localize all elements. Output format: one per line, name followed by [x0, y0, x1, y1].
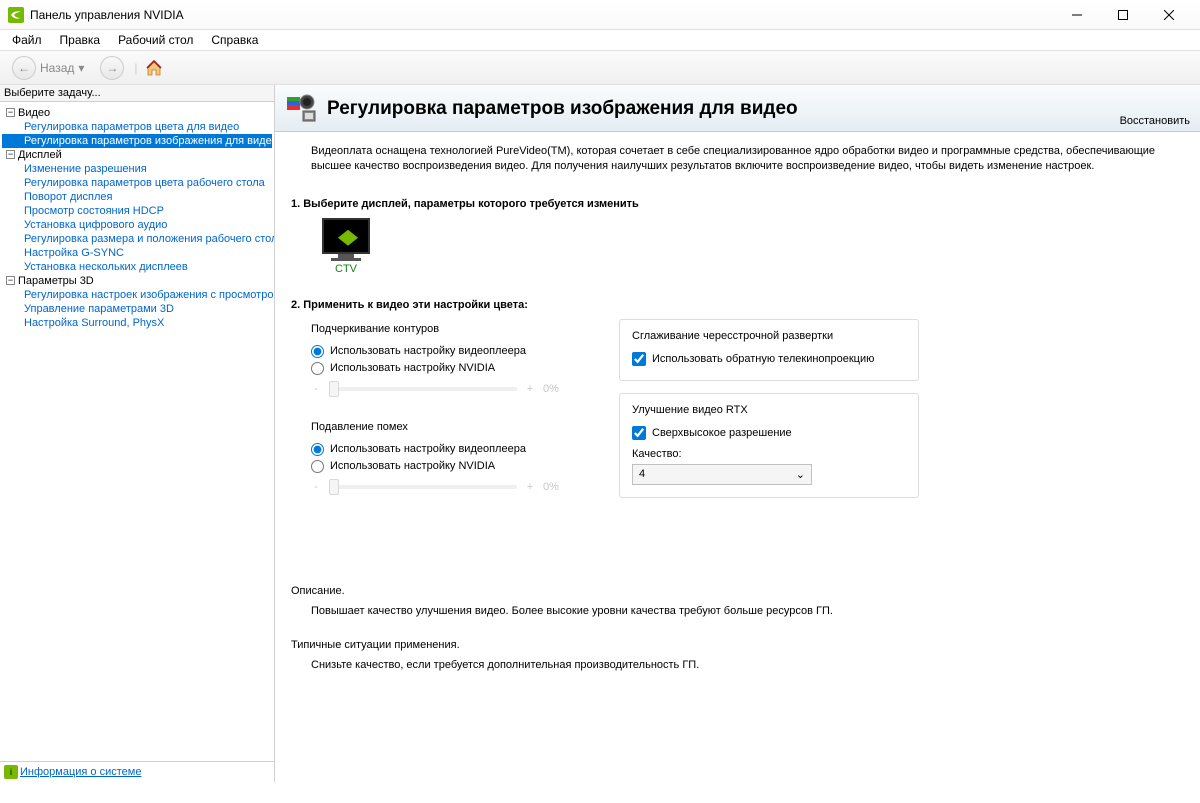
edge-title: Подчеркивание контуров: [311, 323, 571, 335]
edge-radio-nvidia-input[interactable]: [311, 362, 324, 375]
window-controls: [1054, 0, 1192, 30]
rtx-title: Улучшение видео RTX: [632, 404, 906, 416]
deinterlace-title: Сглаживание чересстрочной развертки: [632, 330, 906, 342]
sidebar-item-surround-physx[interactable]: Настройка Surround, PhysX: [2, 316, 272, 330]
usage-heading: Типичные ситуации применения.: [291, 639, 1186, 651]
display-selector[interactable]: CTV: [317, 218, 375, 275]
info-icon: i: [4, 765, 18, 779]
monitor-label: CTV: [317, 263, 375, 275]
toolbar: ← Назад ▾ → |: [0, 50, 1200, 85]
super-resolution-input[interactable]: [632, 426, 646, 440]
collapse-icon[interactable]: −: [6, 150, 15, 159]
edge-radio-player-input[interactable]: [311, 345, 324, 358]
sidebar-item-digital-audio[interactable]: Установка цифрового аудио: [2, 218, 272, 232]
menu-edit[interactable]: Правка: [52, 31, 109, 49]
sidebar-item-desktop-color[interactable]: Регулировка параметров цвета рабочего ст…: [2, 176, 272, 190]
nvidia-icon: [8, 7, 24, 23]
tree-group-video[interactable]: −Видео: [2, 106, 272, 120]
page-header: Регулировка параметров изображения для в…: [275, 85, 1200, 132]
arrow-left-icon: ←: [12, 56, 36, 80]
sidebar-item-hdcp[interactable]: Просмотр состояния HDCP: [2, 204, 272, 218]
sidebar-item-gsync[interactable]: Настройка G-SYNC: [2, 246, 272, 260]
back-button[interactable]: ← Назад ▾: [6, 54, 90, 82]
forward-button[interactable]: →: [94, 54, 130, 82]
menu-file[interactable]: Файл: [4, 31, 50, 49]
home-button[interactable]: [142, 56, 166, 80]
intro-text: Видеоплата оснащена технологией PureVide…: [311, 144, 1186, 174]
edge-slider: - + 0%: [311, 383, 571, 395]
main-panel: Регулировка параметров изображения для в…: [275, 85, 1200, 782]
sidebar: Выберите задачу... −Видео Регулировка па…: [0, 85, 275, 782]
menubar: Файл Правка Рабочий стол Справка: [0, 30, 1200, 50]
back-label: Назад: [40, 61, 74, 75]
system-info-label: Информация о системе: [20, 766, 141, 778]
minimize-button[interactable]: [1054, 0, 1100, 30]
close-button[interactable]: [1146, 0, 1192, 30]
sidebar-item-3d-manage[interactable]: Управление параметрами 3D: [2, 302, 272, 316]
titlebar: Панель управления NVIDIA: [0, 0, 1200, 30]
super-resolution-checkbox[interactable]: Сверхвысокое разрешение: [632, 424, 906, 442]
window-title: Панель управления NVIDIA: [30, 8, 1054, 22]
noise-title: Подавление помех: [311, 421, 571, 433]
quality-label: Качество:: [632, 448, 906, 460]
inverse-telecine-checkbox[interactable]: Использовать обратную телекинопроекцию: [632, 350, 906, 368]
quality-dropdown[interactable]: 4 ⌄: [632, 464, 812, 485]
sidebar-item-multi-display[interactable]: Установка нескольких дисплеев: [2, 260, 272, 274]
inverse-telecine-input[interactable]: [632, 352, 646, 366]
restore-link[interactable]: Восстановить: [1120, 115, 1190, 127]
task-tree: −Видео Регулировка параметров цвета для …: [0, 102, 274, 761]
tree-group-3d[interactable]: −Параметры 3D: [2, 274, 272, 288]
description-heading: Описание.: [291, 585, 1186, 597]
system-info-link[interactable]: iИнформация о системе: [0, 761, 274, 782]
noise-radio-player[interactable]: Использовать настройку видеоплеера: [311, 441, 571, 458]
rtx-group: Улучшение видео RTX Сверхвысокое разреше…: [619, 393, 919, 498]
description-text: Повышает качество улучшения видео. Более…: [311, 605, 1186, 617]
noise-reduction-group: Подавление помех Использовать настройку …: [311, 417, 571, 503]
menu-help[interactable]: Справка: [203, 31, 266, 49]
sidebar-item-resolution[interactable]: Изменение разрешения: [2, 162, 272, 176]
chevron-down-icon: ⌄: [796, 468, 805, 481]
edge-enhancement-group: Подчеркивание контуров Использовать наст…: [311, 319, 571, 405]
arrow-right-icon: →: [100, 56, 124, 80]
tree-group-display[interactable]: −Дисплей: [2, 148, 272, 162]
page-icon: [285, 93, 317, 125]
select-task-label: Выберите задачу...: [0, 85, 274, 102]
sidebar-item-rotate[interactable]: Поворот дисплея: [2, 190, 272, 204]
noise-slider: - + 0%: [311, 481, 571, 493]
step2-label: 2. Применить к видео эти настройки цвета…: [291, 299, 1186, 311]
sidebar-item-size-position[interactable]: Регулировка размера и положения рабочего…: [2, 232, 272, 246]
collapse-icon[interactable]: −: [6, 276, 15, 285]
quality-value: 4: [639, 468, 645, 480]
edge-radio-nvidia[interactable]: Использовать настройку NVIDIA: [311, 360, 571, 377]
maximize-button[interactable]: [1100, 0, 1146, 30]
edge-radio-player[interactable]: Использовать настройку видеоплеера: [311, 343, 571, 360]
sidebar-item-3d-preview[interactable]: Регулировка настроек изображения с просм…: [2, 288, 272, 302]
noise-radio-player-input[interactable]: [311, 443, 324, 456]
collapse-icon[interactable]: −: [6, 108, 15, 117]
page-title: Регулировка параметров изображения для в…: [327, 98, 798, 120]
sidebar-item-video-color[interactable]: Регулировка параметров цвета для видео: [2, 120, 272, 134]
noise-radio-nvidia[interactable]: Использовать настройку NVIDIA: [311, 458, 571, 475]
step1-label: 1. Выберите дисплей, параметры которого …: [291, 198, 1186, 210]
usage-text: Снизьте качество, если требуется дополни…: [311, 659, 1186, 671]
noise-radio-nvidia-input[interactable]: [311, 460, 324, 473]
deinterlace-group: Сглаживание чересстрочной развертки Испо…: [619, 319, 919, 381]
sidebar-item-video-image[interactable]: Регулировка параметров изображения для в…: [2, 134, 272, 148]
chevron-down-icon: ▾: [78, 61, 84, 75]
monitor-icon: [322, 218, 370, 254]
menu-desktop[interactable]: Рабочий стол: [110, 31, 201, 49]
